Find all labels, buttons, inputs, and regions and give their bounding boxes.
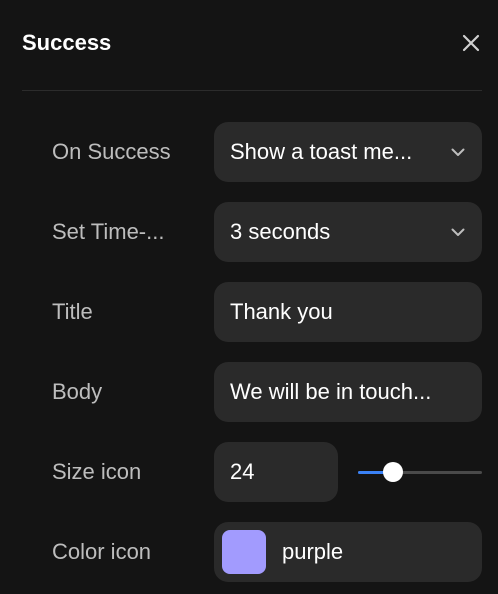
- on-success-label: On Success: [52, 139, 171, 164]
- title-value: Thank you: [230, 299, 333, 324]
- title-label: Title: [52, 299, 93, 324]
- chevron-down-icon: [450, 224, 466, 240]
- body-label: Body: [52, 379, 103, 404]
- close-icon[interactable]: [460, 32, 482, 54]
- slider-thumb[interactable]: [382, 462, 403, 482]
- size-icon-slider[interactable]: [358, 462, 482, 482]
- timeout-label: Set Time-...: [52, 219, 165, 244]
- header-divider: [22, 90, 482, 91]
- color-icon-row: Color icon purple: [52, 522, 482, 582]
- timeout-value: 3 seconds: [230, 219, 331, 244]
- panel-title: Success: [22, 30, 112, 55]
- size-icon-row: Size icon 24: [52, 442, 482, 502]
- success-panel: Success On Success Show a toast me... Se…: [0, 0, 498, 594]
- size-icon-input[interactable]: 24: [214, 442, 338, 502]
- on-success-row: On Success Show a toast me...: [52, 122, 482, 182]
- title-input[interactable]: Thank you: [214, 282, 482, 342]
- chevron-down-icon: [450, 144, 466, 160]
- size-icon-label: Size icon: [52, 459, 142, 484]
- timeout-row: Set Time-... 3 seconds: [52, 202, 482, 262]
- panel-header: Success: [22, 28, 482, 58]
- color-icon-label: Color icon: [52, 539, 152, 564]
- body-row: Body We will be in touch...: [52, 362, 482, 422]
- title-row: Title Thank you: [52, 282, 482, 342]
- body-input[interactable]: We will be in touch...: [214, 362, 482, 422]
- on-success-select[interactable]: Show a toast me...: [214, 122, 482, 182]
- size-icon-value: 24: [230, 459, 255, 484]
- color-icon-value: purple: [282, 539, 344, 564]
- on-success-value: Show a toast me...: [230, 139, 413, 164]
- timeout-select[interactable]: 3 seconds: [214, 202, 482, 262]
- color-swatch[interactable]: [222, 530, 266, 574]
- color-icon-picker[interactable]: purple: [214, 522, 482, 582]
- body-value: We will be in touch...: [230, 379, 432, 404]
